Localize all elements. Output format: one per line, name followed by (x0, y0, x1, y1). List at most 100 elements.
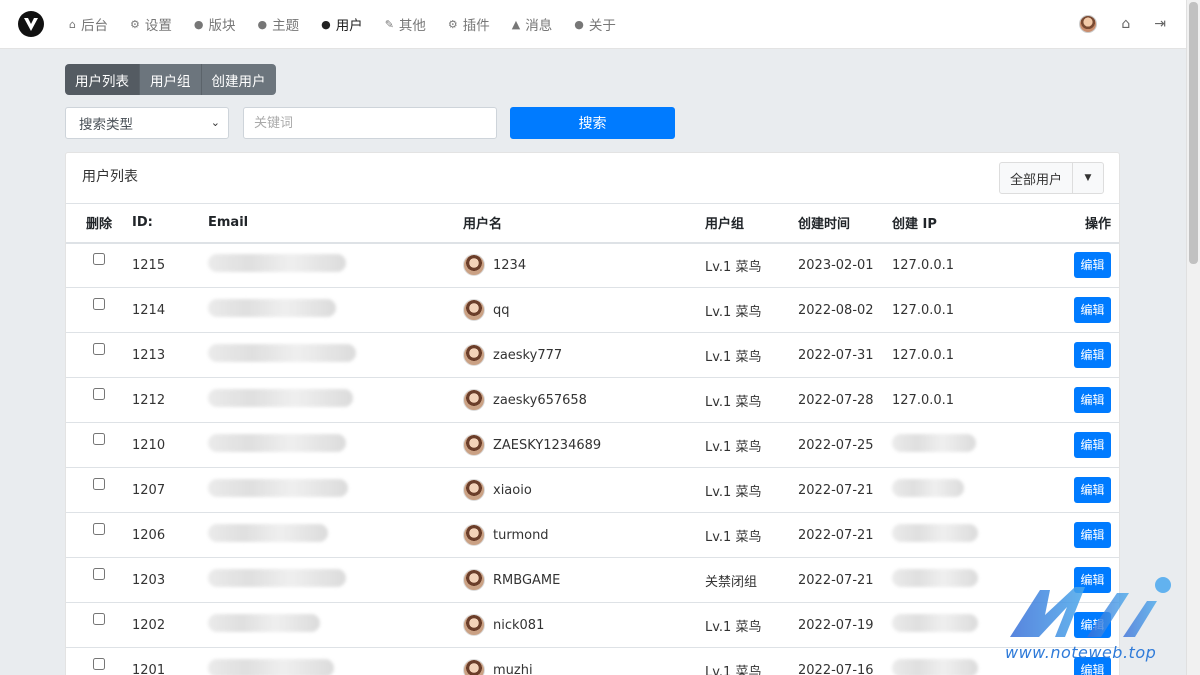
email-cell (208, 243, 463, 288)
delete-checkbox[interactable] (93, 253, 105, 266)
redacted-ip (892, 569, 978, 587)
edit-button[interactable]: 编辑 (1074, 612, 1111, 638)
tab-create-user[interactable]: 创建用户 (201, 64, 276, 95)
edit-button[interactable]: 编辑 (1074, 297, 1111, 323)
edit-button[interactable]: 编辑 (1074, 657, 1111, 675)
email-cell (208, 423, 463, 468)
tab-user-group[interactable]: 用户组 (140, 64, 202, 95)
logout-icon[interactable]: ⇥ (1154, 16, 1166, 32)
group-cell: Lv.1 菜鸟 (705, 484, 762, 500)
delete-cell (66, 513, 132, 558)
edit-button[interactable]: 编辑 (1074, 567, 1111, 593)
id-cell: 1214 (132, 302, 166, 318)
delete-checkbox[interactable] (93, 478, 105, 490)
email-cell (208, 333, 463, 378)
user-filter-dropdown[interactable]: 全部用户 ▼ (998, 162, 1104, 194)
header-id: ID: (132, 215, 153, 231)
delete-checkbox[interactable] (93, 568, 105, 580)
delete-checkbox[interactable] (93, 658, 105, 670)
created-cell: 2022-07-19 (798, 617, 874, 633)
cogs-icon: ⚙ (447, 17, 458, 31)
nav-item-3[interactable]: ● 主题 (246, 0, 310, 49)
email-cell (208, 468, 463, 513)
edit-button[interactable]: 编辑 (1074, 387, 1111, 413)
operation-cell: 编辑 (1022, 243, 1119, 288)
table-row: 1215 1234 Lv.1 菜鸟 2023-02-01 127.0.0.1 编辑 (66, 243, 1119, 288)
info-icon: ● (574, 17, 584, 31)
redacted-ip (892, 479, 964, 497)
delete-cell (66, 288, 132, 333)
nav-item-5[interactable]: ✎ 其他 (374, 0, 437, 49)
scrollbar[interactable] (1186, 0, 1200, 675)
avatar (463, 254, 485, 277)
nav-item-2[interactable]: ● 版块 (183, 0, 247, 49)
operation-cell: 编辑 (1022, 288, 1119, 333)
nav-item-7[interactable]: ▲ 消息 (501, 0, 563, 49)
group-cell: Lv.1 菜鸟 (705, 259, 762, 275)
redacted-ip (892, 524, 978, 542)
edit-button[interactable]: 编辑 (1074, 522, 1111, 548)
card-title: 用户列表 (82, 169, 138, 185)
logo-icon[interactable] (18, 11, 44, 37)
edit-button[interactable]: 编辑 (1074, 477, 1111, 503)
created-cell: 2022-07-16 (798, 662, 874, 675)
user-list-card: 用户列表 全部用户 ▼ 删除 ID: Email 用户名 用户组 创建时间 创建… (65, 152, 1120, 675)
username-cell: qq (463, 288, 705, 333)
avatar (463, 434, 485, 456)
edit-button[interactable]: 编辑 (1074, 252, 1111, 279)
ip-cell: 127.0.0.1 (892, 392, 955, 408)
ip-cell: 127.0.0.1 (892, 302, 955, 318)
operation-cell: 编辑 (1022, 378, 1119, 423)
tab-user-list[interactable]: 用户列表 (65, 64, 140, 95)
delete-checkbox[interactable] (93, 613, 105, 625)
redacted-email (208, 344, 356, 362)
delete-checkbox[interactable] (93, 298, 105, 310)
nav-item-0[interactable]: ⌂ 后台 (58, 0, 119, 49)
keyword-input[interactable] (243, 107, 497, 139)
home-icon[interactable]: ⌂ (1121, 16, 1130, 32)
nav-item-4[interactable]: ● 用户 (310, 0, 374, 49)
delete-checkbox[interactable] (93, 523, 105, 535)
email-cell (208, 378, 463, 423)
avatar[interactable] (1079, 15, 1098, 33)
created-cell: 2022-08-02 (798, 302, 874, 318)
group-cell: Lv.1 菜鸟 (705, 664, 762, 675)
created-cell: 2022-07-31 (798, 347, 874, 363)
gear-icon: ⚙ (129, 17, 140, 31)
edit-button[interactable]: 编辑 (1074, 342, 1111, 368)
ip-cell: 127.0.0.1 (892, 257, 955, 273)
delete-checkbox[interactable] (93, 343, 105, 355)
delete-checkbox[interactable] (93, 388, 105, 400)
avatar (463, 344, 485, 366)
username-text: nick081 (493, 617, 545, 633)
created-cell: 2022-07-25 (798, 437, 874, 453)
scrollbar-thumb[interactable] (1189, 2, 1198, 264)
nav-item-1[interactable]: ⚙ 设置 (119, 0, 183, 49)
redacted-email (208, 254, 346, 273)
avatar (463, 659, 485, 675)
search-button[interactable]: 搜索 (510, 107, 675, 139)
id-cell: 1207 (132, 482, 166, 498)
username-cell: turmond (463, 513, 705, 558)
edit-button[interactable]: 编辑 (1074, 432, 1111, 458)
created-cell: 2022-07-21 (798, 482, 874, 498)
group-cell: Lv.1 菜鸟 (705, 394, 762, 410)
nav-item-8[interactable]: ● 关于 (563, 0, 627, 49)
search-type-select[interactable]: 搜索类型 ⌄ (65, 107, 229, 139)
delete-checkbox[interactable] (93, 433, 105, 445)
email-cell (208, 648, 463, 675)
username-text: 1234 (493, 257, 527, 273)
table-row: 1202 nick081 Lv.1 菜鸟 2022-07-19 编辑 (66, 603, 1119, 648)
group-cell: 关禁闭组 (705, 574, 758, 590)
nav-item-6[interactable]: ⚙ 插件 (437, 0, 501, 49)
avatar (463, 569, 485, 591)
username-text: xiaoio (493, 482, 532, 498)
avatar (463, 614, 485, 636)
created-cell: 2022-07-21 (798, 572, 874, 588)
username-cell: muzhi (463, 648, 705, 675)
group-cell: Lv.1 菜鸟 (705, 304, 762, 320)
id-cell: 1213 (132, 347, 166, 363)
operation-cell: 编辑 (1022, 423, 1119, 468)
caret-down-icon[interactable]: ▼ (1073, 163, 1103, 193)
created-cell: 2022-07-28 (798, 392, 874, 408)
